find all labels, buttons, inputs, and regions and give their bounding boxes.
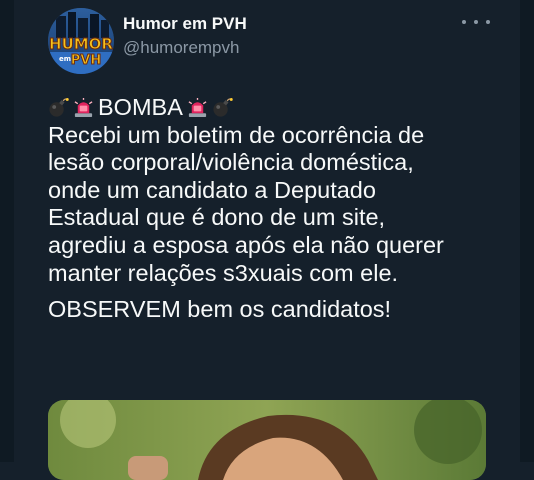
body-line: manter relações s3xuais com ele.	[48, 259, 399, 286]
tweet-text: BOMBA Recebi um boletim de ocorrência de…	[48, 94, 518, 324]
bomb-icon	[213, 98, 233, 117]
body-line: Recebi um boletim de ocorrência de	[48, 121, 425, 148]
tweet-headline: BOMBA	[48, 94, 518, 122]
more-options-icon[interactable]	[462, 16, 490, 28]
headline-text: BOMBA	[98, 94, 183, 120]
author-name[interactable]: Humor em PVH	[123, 14, 247, 34]
bomb-icon	[49, 98, 69, 117]
tweet-card[interactable]: HUMOR PVH em Humor em PVH @humorempvh BO…	[0, 0, 534, 480]
body-line: Estadual que é dono de um site,	[48, 204, 386, 231]
author-handle[interactable]: @humorempvh	[123, 38, 239, 58]
body-line: onde um candidato a Deputado	[48, 176, 376, 203]
svg-text:HUMOR: HUMOR	[49, 35, 113, 53]
svg-text:em: em	[59, 55, 71, 63]
avatar[interactable]: HUMOR PVH em	[48, 8, 114, 74]
police-light-icon	[188, 98, 207, 118]
humor-em-pvh-logo: HUMOR PVH em	[48, 8, 114, 74]
closing-line: OBSERVEM bem os candidatos!	[48, 296, 392, 323]
body-line: agrediu a esposa após ela não querer	[48, 231, 444, 258]
body-line: lesão corporal/violência doméstica,	[48, 149, 414, 176]
photo-preview	[48, 400, 486, 480]
police-light-icon	[74, 98, 93, 118]
tweet-media-image[interactable]	[48, 400, 486, 480]
svg-text:PVH: PVH	[71, 53, 101, 68]
